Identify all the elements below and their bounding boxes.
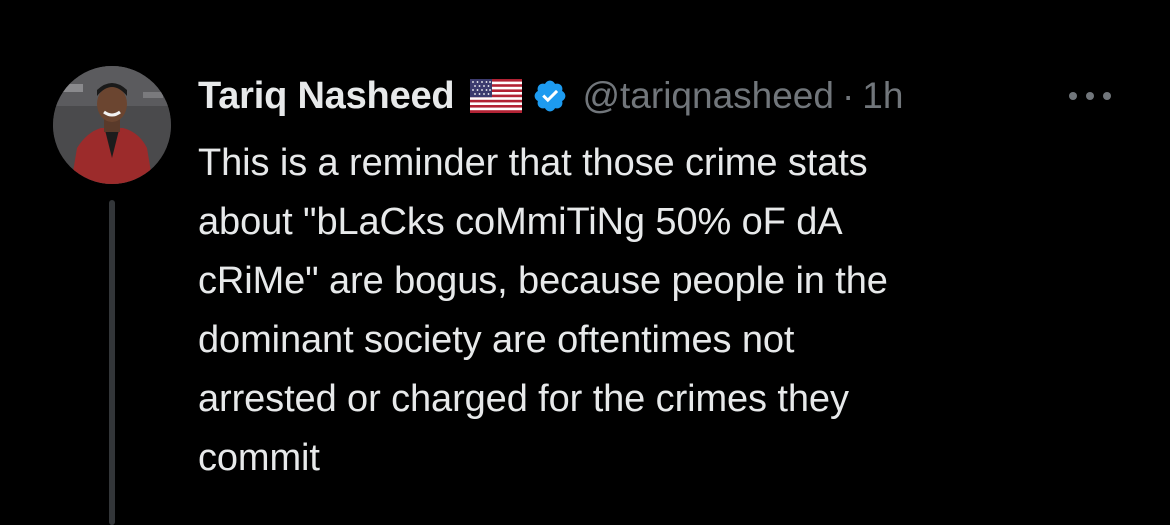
verified-badge-icon[interactable] (532, 78, 568, 114)
avatar-photo (53, 66, 171, 184)
thread-line (109, 200, 115, 525)
author-avatar[interactable] (53, 66, 171, 184)
author-name[interactable]: Tariq Nasheed (198, 75, 455, 118)
tweet-text: This is a reminder that those crime stat… (198, 142, 888, 479)
more-options-icon[interactable] (1063, 76, 1117, 116)
tweet-timestamp[interactable]: 1h (862, 75, 903, 117)
author-handle[interactable]: @tariqnasheed (582, 75, 834, 117)
us-flag-icon (470, 79, 523, 113)
header-separator: · (841, 75, 855, 116)
tweet-header: Tariq Nasheed @tariqnasheed · 1h (198, 68, 903, 124)
tweet[interactable]: Tariq Nasheed @tariqnasheed · 1h This is… (0, 0, 1170, 525)
